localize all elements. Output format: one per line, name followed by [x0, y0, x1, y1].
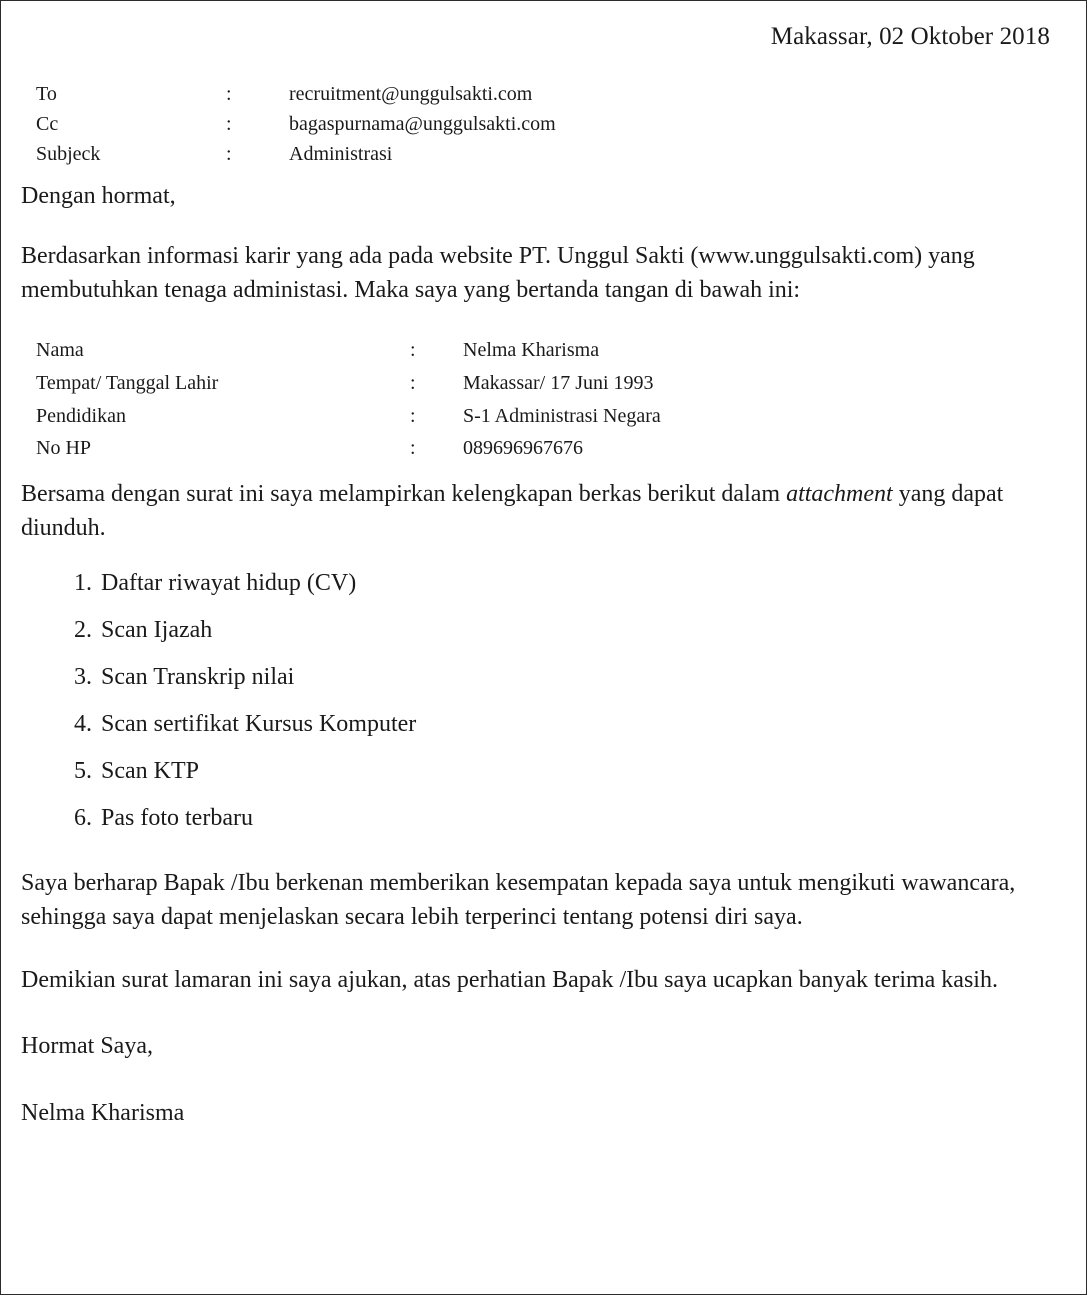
- list-item: 2. Scan Ijazah: [64, 618, 1056, 665]
- list-item-label: Scan KTP: [101, 758, 199, 785]
- detail-separator-tempat-tanggal-lahir: :: [410, 371, 416, 394]
- email-header-block: To : recruitment@unggulsakti.com Cc : ba…: [36, 79, 1056, 170]
- attachment-intro-paragraph: Bersama dengan surat ini saya melampirka…: [21, 477, 1021, 545]
- header-field-cc: Cc : bagaspurnama@unggulsakti.com: [36, 109, 1056, 139]
- detail-label-nama: Nama: [36, 338, 84, 361]
- detail-row-no-hp: No HP : 089696967676: [36, 432, 1056, 465]
- list-item-number: 6.: [74, 805, 92, 832]
- detail-row-pendidikan: Pendidikan : S-1 Administrasi Negara: [36, 400, 1056, 433]
- header-field-cc-value: bagaspurnama@unggulsakti.com: [289, 112, 556, 135]
- attachment-list: 1. Daftar riwayat hidup (CV) 2. Scan Ija…: [19, 571, 1056, 853]
- salutation: Dengan hormat,: [21, 182, 176, 209]
- attachment-intro-part-1: Bersama dengan surat ini saya melampirka…: [21, 481, 787, 508]
- list-item: 4. Scan sertifikat Kursus Komputer: [64, 712, 1056, 759]
- detail-value-tempat-tanggal-lahir: Makassar/ 17 Juni 1993: [463, 371, 654, 394]
- header-field-subject: Subjeck : Administrasi: [36, 139, 1056, 169]
- list-item-number: 2.: [74, 617, 92, 644]
- list-item-label: Scan Transkrip nilai: [101, 664, 295, 691]
- closing-paragraph-2: Demikian surat lamaran ini saya ajukan, …: [21, 967, 998, 994]
- list-item-number: 5.: [74, 758, 92, 785]
- header-field-subject-label: Subjeck: [36, 143, 101, 166]
- list-item-label: Daftar riwayat hidup (CV): [101, 570, 357, 597]
- closing-paragraph-1: Saya berharap Bapak /Ibu berkenan member…: [21, 870, 1016, 931]
- list-item: 6. Pas foto terbaru: [64, 806, 1056, 853]
- detail-label-pendidikan: Pendidikan: [36, 404, 126, 427]
- header-field-cc-separator: :: [226, 112, 232, 135]
- letter-document: Makassar, 02 Oktober 2018 To : recruitme…: [0, 0, 1087, 1295]
- intro-paragraph: Berdasarkan informasi karir yang ada pad…: [21, 242, 975, 303]
- header-field-to-label: To: [36, 82, 57, 105]
- detail-row-nama: Nama : Nelma Kharisma: [36, 334, 1056, 367]
- header-field-to: To : recruitment@unggulsakti.com: [36, 79, 1056, 109]
- header-field-subject-value: Administrasi: [289, 143, 393, 166]
- list-item-label: Pas foto terbaru: [101, 805, 253, 832]
- detail-value-pendidikan: S-1 Administrasi Negara: [463, 404, 661, 427]
- detail-separator-pendidikan: :: [410, 404, 416, 427]
- header-field-to-separator: :: [226, 82, 232, 105]
- detail-separator-no-hp: :: [410, 437, 416, 460]
- detail-value-nama: Nelma Kharisma: [463, 338, 600, 361]
- header-field-subject-separator: :: [226, 143, 232, 166]
- personal-details-block: Nama : Nelma Kharisma Tempat/ Tanggal La…: [36, 334, 1056, 465]
- detail-value-no-hp: 089696967676: [463, 437, 583, 460]
- list-item-label: Scan sertifikat Kursus Komputer: [101, 711, 417, 738]
- sign-off: Hormat Saya,: [21, 1033, 153, 1060]
- detail-label-no-hp: No HP: [36, 437, 92, 460]
- header-field-to-value: recruitment@unggulsakti.com: [289, 82, 533, 105]
- list-item: 1. Daftar riwayat hidup (CV): [64, 571, 1056, 618]
- list-item-label: Scan Ijazah: [101, 617, 213, 644]
- detail-label-tempat-tanggal-lahir: Tempat/ Tanggal Lahir: [36, 371, 219, 394]
- list-item-number: 4.: [74, 711, 92, 738]
- detail-row-tempat-tanggal-lahir: Tempat/ Tanggal Lahir : Makassar/ 17 Jun…: [36, 367, 1056, 400]
- list-item: 5. Scan KTP: [64, 759, 1056, 806]
- detail-separator-nama: :: [410, 338, 416, 361]
- list-item-number: 1.: [74, 570, 92, 597]
- header-field-cc-label: Cc: [36, 112, 59, 135]
- list-item-number: 3.: [74, 664, 92, 691]
- signature-name: Nelma Kharisma: [21, 1099, 185, 1126]
- list-item: 3. Scan Transkrip nilai: [64, 665, 1056, 712]
- attachment-intro-emphasis: attachment: [786, 481, 893, 508]
- date-line: Makassar, 02 Oktober 2018: [770, 23, 1050, 50]
